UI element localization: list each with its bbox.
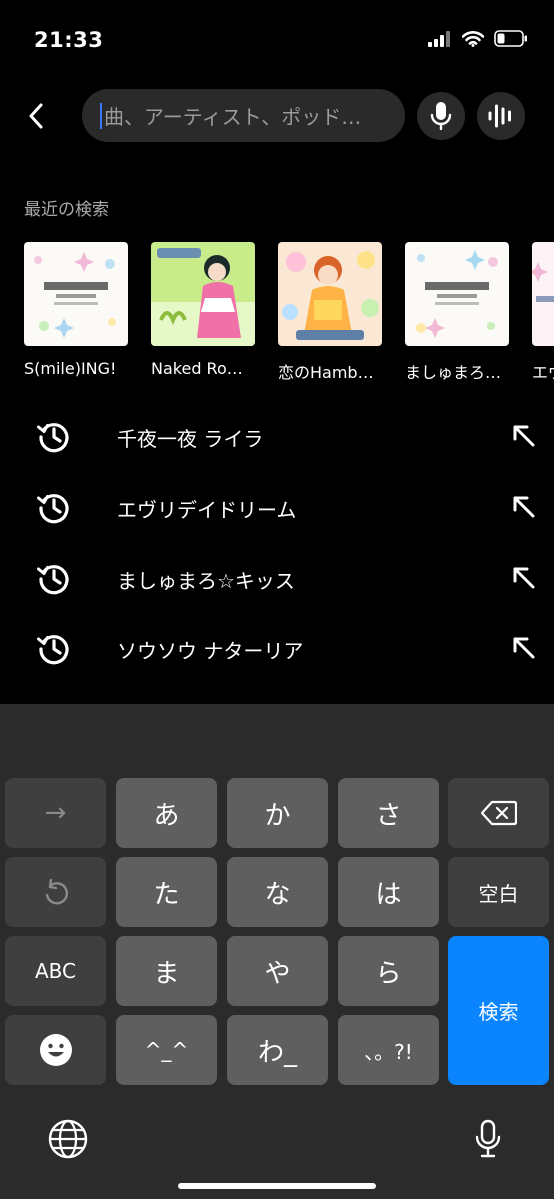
globe-icon bbox=[48, 1119, 88, 1159]
history-icon bbox=[37, 565, 69, 595]
wifi-icon bbox=[462, 30, 484, 47]
chevron-left-icon bbox=[29, 103, 43, 129]
history-query: ましゅまろ☆キッス bbox=[117, 569, 295, 593]
history-icon bbox=[37, 423, 69, 453]
battery-icon bbox=[494, 30, 527, 47]
key-punctuation[interactable]: 、。?! bbox=[338, 1015, 439, 1085]
recent-searches-heading: 最近の検索 bbox=[24, 200, 109, 220]
recent-card-label: 恋のHamb… bbox=[278, 363, 374, 382]
recent-card-label: Naked Ro… bbox=[151, 359, 243, 378]
search-input[interactable]: 曲、アーティスト、ポッド… bbox=[82, 89, 405, 142]
key-next-candidate[interactable]: → bbox=[5, 778, 106, 848]
status-icons bbox=[428, 30, 528, 47]
space-key[interactable]: 空白 bbox=[448, 857, 549, 927]
text-caret bbox=[100, 102, 102, 129]
key-ta[interactable]: た bbox=[116, 857, 217, 927]
back-button[interactable] bbox=[20, 98, 52, 134]
history-query: 千夜一夜 ライラ bbox=[117, 427, 264, 451]
recent-card[interactable]: 恋のHamb… bbox=[278, 242, 382, 382]
recent-card[interactable]: ましゅまろ… bbox=[405, 242, 509, 382]
key-sa[interactable]: さ bbox=[338, 778, 439, 848]
album-art bbox=[151, 242, 255, 346]
key-a[interactable]: あ bbox=[116, 778, 217, 848]
key-ma[interactable]: ま bbox=[116, 936, 217, 1006]
microphone-icon bbox=[430, 102, 452, 131]
status-time: 21:33 bbox=[34, 28, 104, 52]
recent-card-label: ましゅまろ… bbox=[405, 363, 502, 382]
microphone-icon bbox=[475, 1119, 501, 1158]
voice-search-button[interactable] bbox=[417, 92, 465, 140]
album-art bbox=[405, 242, 509, 346]
recent-card[interactable]: エヴ bbox=[532, 242, 554, 382]
history-row[interactable]: ましゅまろ☆キッス bbox=[0, 544, 554, 614]
globe-button[interactable] bbox=[46, 1117, 90, 1161]
arrow-up-left-icon[interactable] bbox=[510, 634, 538, 662]
key-ra[interactable]: ら bbox=[338, 936, 439, 1006]
dictation-button[interactable] bbox=[466, 1117, 510, 1161]
recent-card[interactable]: S(mile)ING! bbox=[24, 242, 128, 378]
key-ya[interactable]: や bbox=[227, 936, 328, 1006]
search-key[interactable]: 検索 bbox=[448, 936, 549, 1085]
undo-icon bbox=[45, 878, 68, 905]
album-art bbox=[278, 242, 382, 346]
home-indicator bbox=[178, 1183, 376, 1189]
recent-card-label: S(mile)ING! bbox=[24, 359, 117, 378]
key-ha[interactable]: は bbox=[338, 857, 439, 927]
signal-icon bbox=[428, 30, 450, 47]
history-row[interactable]: ソウソウ ナターリア bbox=[0, 614, 554, 684]
soundwave-icon bbox=[488, 104, 511, 128]
key-kaomoji[interactable]: ^_^ bbox=[116, 1015, 217, 1085]
recent-card-label: エヴ bbox=[532, 363, 554, 382]
undo-key[interactable] bbox=[5, 857, 106, 927]
delete-key[interactable] bbox=[448, 778, 549, 848]
key-ka[interactable]: か bbox=[227, 778, 328, 848]
arrow-up-left-icon[interactable] bbox=[510, 422, 538, 450]
search-placeholder: 曲、アーティスト、ポッド… bbox=[104, 105, 362, 129]
history-row[interactable]: 千夜一夜 ライラ bbox=[0, 402, 554, 472]
history-query: エヴリデイドリーム bbox=[117, 498, 297, 522]
emoji-key[interactable] bbox=[5, 1015, 106, 1085]
abc-key[interactable]: ABC bbox=[5, 936, 106, 1006]
song-recognition-button[interactable] bbox=[477, 92, 525, 140]
album-art bbox=[24, 242, 128, 346]
album-art bbox=[532, 242, 554, 346]
history-icon bbox=[37, 635, 69, 665]
recent-searches-carousel[interactable]: S(mile)ING! Naked Ro… 恋のHamb… ましゅまろ… エ bbox=[24, 242, 554, 382]
history-query: ソウソウ ナターリア bbox=[117, 639, 304, 663]
emoji-icon bbox=[39, 1034, 72, 1066]
arrow-up-left-icon[interactable] bbox=[510, 564, 538, 592]
history-icon bbox=[37, 494, 69, 524]
arrow-up-left-icon[interactable] bbox=[510, 493, 538, 521]
keyboard: → あ か さ た な は 空白 ABC ま や ら 検索 ^_^ わ_ 、。?… bbox=[0, 704, 554, 1199]
history-row[interactable]: エヴリデイドリーム bbox=[0, 473, 554, 543]
backspace-icon bbox=[480, 800, 517, 826]
recent-card[interactable]: Naked Ro… bbox=[151, 242, 255, 378]
key-na[interactable]: な bbox=[227, 857, 328, 927]
key-wa[interactable]: わ_ bbox=[227, 1015, 328, 1085]
